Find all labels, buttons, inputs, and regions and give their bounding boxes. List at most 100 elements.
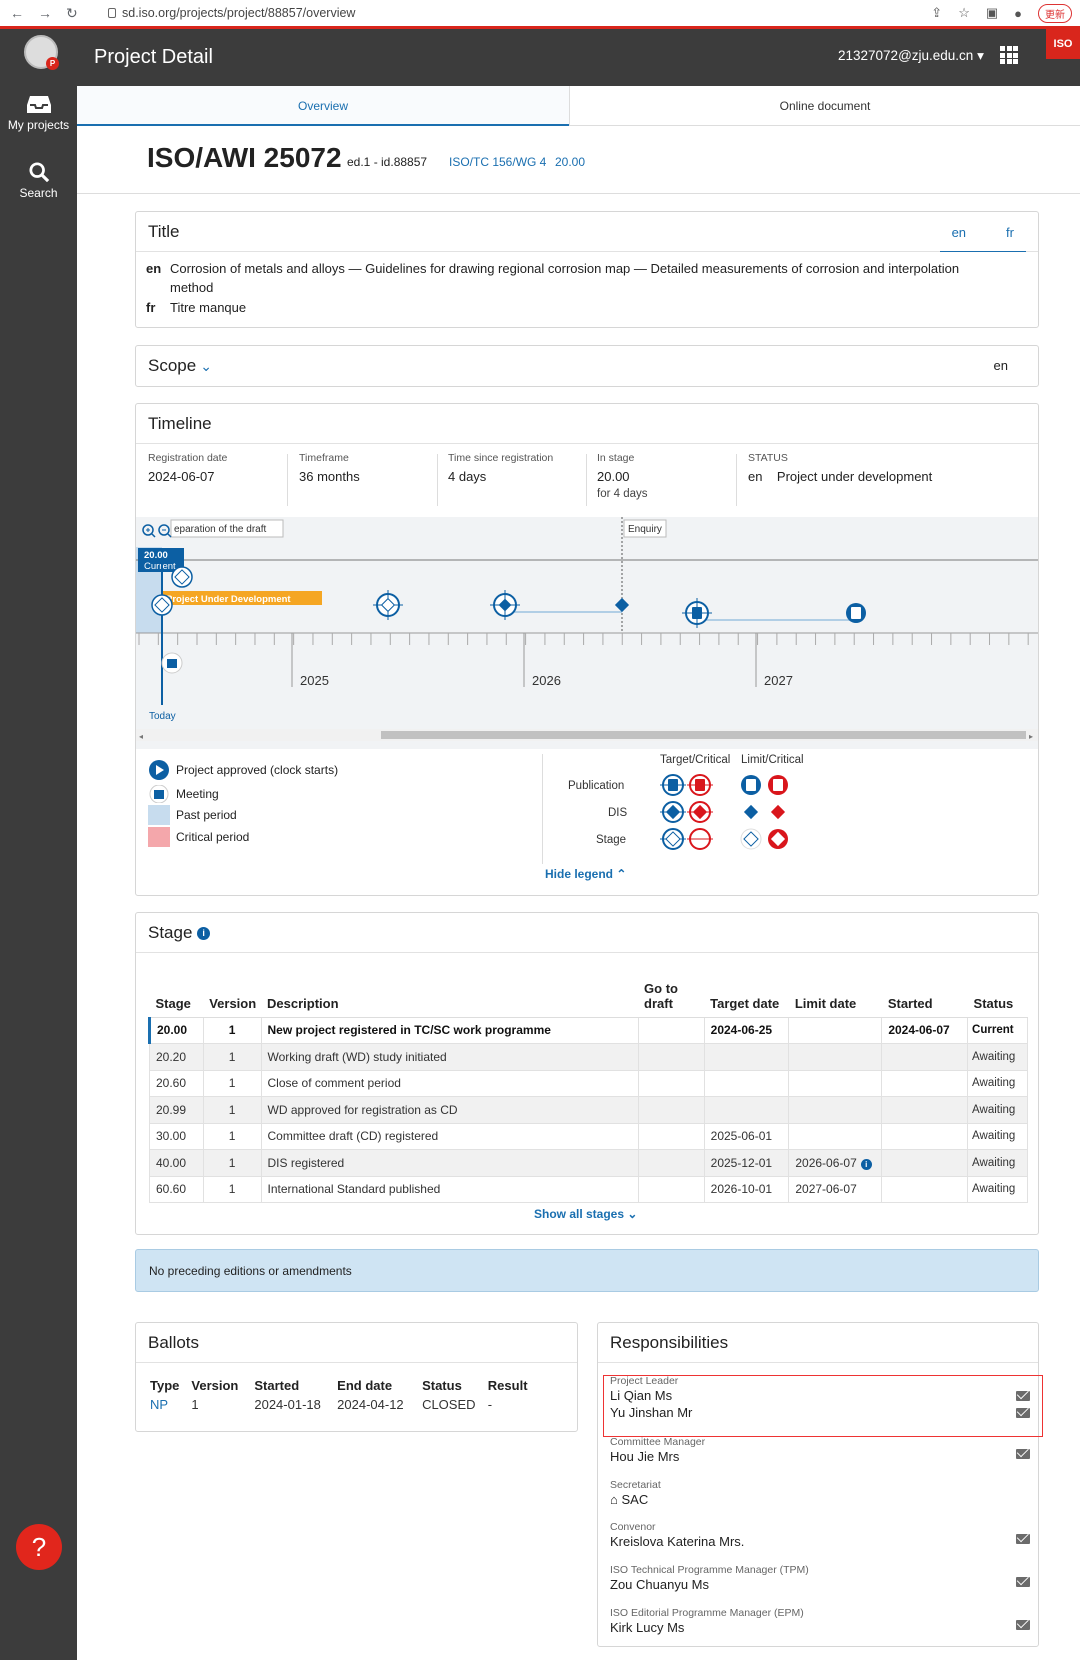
legend-row-dis: DIS — [608, 807, 628, 819]
mail-icon[interactable] — [1016, 1577, 1030, 1587]
share-icon[interactable]: ⇪ — [931, 5, 942, 21]
tab-online-document[interactable]: Online document — [569, 86, 1080, 126]
stage-marker-start[interactable] — [151, 594, 173, 616]
stage-go-to-draft — [637, 1043, 705, 1071]
info-icon[interactable]: i — [860, 1158, 872, 1170]
update-button[interactable]: 更新 — [1038, 3, 1072, 23]
sidebar-item-search[interactable]: Search — [0, 162, 77, 200]
col-type: Type — [150, 1378, 180, 1393]
stage-row: 60.60 1 International Standard published 20… — [149, 1175, 1028, 1203]
star-icon[interactable]: ☆ — [958, 5, 970, 21]
scroll-left-icon[interactable]: ◂ — [139, 732, 143, 741]
stage-limit-date — [788, 1122, 883, 1150]
stage-version: 1 — [202, 1149, 262, 1177]
show-all-stages-label: Show all stages — [534, 1207, 625, 1221]
col-version: Version — [191, 1378, 239, 1393]
legend-marker-grid: Target/Critical Limit/Critical Publicati… — [568, 754, 804, 850]
stat-divider — [437, 454, 438, 506]
stage-started — [881, 1122, 969, 1150]
apps-grid-icon[interactable] — [1000, 46, 1018, 64]
info-icon[interactable]: i — [197, 927, 211, 941]
title-lang-en[interactable]: en — [952, 225, 966, 240]
lock-icon — [108, 8, 116, 18]
person-name: Kirk Lucy Ms — [610, 1620, 685, 1635]
stat-label: Time since registration — [448, 452, 554, 464]
scope-card[interactable]: Scope ⌄ en — [135, 345, 1039, 387]
stage-description: Close of comment period — [260, 1069, 639, 1097]
forward-arrow-icon[interactable]: → — [38, 5, 52, 22]
stat-value: 36 months — [299, 469, 360, 484]
timeline-heading: Timeline — [136, 404, 1038, 444]
person-name: Hou Jie Mrs — [610, 1449, 680, 1464]
person-name[interactable]: SAC — [621, 1492, 648, 1507]
legend-dis-limit-critical-icon — [768, 802, 788, 822]
project-code: ISO/AWI 25072 — [147, 142, 342, 173]
stage-link[interactable]: 20.00 — [555, 155, 585, 169]
stage-marker-current[interactable] — [171, 566, 193, 588]
sidebar-item-my-projects[interactable]: My projects — [0, 94, 77, 132]
mail-icon[interactable] — [1016, 1449, 1030, 1459]
reload-icon[interactable]: ↻ — [66, 5, 78, 22]
stage-row: 20.99 1 WD approved for registration as CD… — [149, 1096, 1028, 1124]
stage-limit-date — [788, 1016, 883, 1044]
stat-divider — [736, 454, 737, 506]
stage-table-body: 20.00 1 New project registered in TC/SC wo… — [148, 1016, 1028, 1203]
stage-status: Awaiting — [967, 1096, 1028, 1124]
stage-row: 20.00 1 New project registered in TC/SC wo… — [148, 1016, 1028, 1044]
responsibilities-heading: Responsibilities — [598, 1323, 1038, 1363]
legend-dis-target-icon — [660, 801, 686, 823]
timeline-chart[interactable]: 2025 2026 2027 Enquiry eparation of the … — [136, 517, 1038, 749]
legend-row-publication: Publication — [568, 780, 624, 792]
stage-go-to-draft — [637, 1175, 705, 1203]
tab-overview[interactable]: Overview — [77, 86, 569, 126]
title-row-fr: fr Titre manque — [146, 298, 246, 317]
ballot-type-link[interactable]: NP — [148, 1397, 189, 1412]
col-go-to-draft: Go to draft — [638, 967, 705, 1018]
stage-version: 1 — [202, 1069, 262, 1097]
stat-sub: for 4 days — [597, 488, 648, 500]
show-all-stages-button[interactable]: Show all stages ⌄ — [534, 1207, 637, 1221]
user-menu[interactable]: 21327072@zju.edu.cn ▾ — [838, 48, 984, 64]
address-bar[interactable]: sd.iso.org/projects/project/88857/overvi… — [108, 6, 355, 20]
today-label: Today — [149, 711, 176, 722]
back-arrow-icon[interactable]: ← — [10, 5, 24, 22]
help-button[interactable]: ? — [16, 1524, 62, 1570]
browser-nav: ← → ↻ — [0, 5, 108, 22]
col-description: Description — [261, 967, 639, 1018]
scope-heading[interactable]: Scope ⌄ — [148, 356, 212, 376]
publication-limit-marker[interactable] — [846, 603, 866, 623]
current-stage-code: 20.00 — [144, 550, 168, 561]
stage-code: 20.60 — [149, 1069, 204, 1097]
mail-icon[interactable] — [1016, 1620, 1030, 1630]
scroll-right-icon[interactable]: ▸ — [1029, 732, 1033, 741]
sidepanel-icon[interactable]: ▣ — [986, 5, 998, 21]
committee-link[interactable]: ISO/TC 156/WG 4 — [449, 155, 546, 169]
legend-past-period: Past period — [148, 805, 237, 825]
calendar-icon — [149, 785, 169, 803]
ballots-heading: Ballots — [136, 1323, 577, 1363]
stage-limit-date — [788, 1096, 883, 1124]
project-header: ISO/AWI 25072 ed.1 - id.88857 ISO/TC 156… — [77, 126, 1080, 194]
app-title: Project Detail — [94, 46, 213, 68]
chart-scroll-thumb[interactable] — [381, 731, 1026, 739]
stage-target-date: 2024-06-25 — [703, 1016, 790, 1044]
title-lang-fr[interactable]: fr — [1006, 225, 1014, 240]
stage-target-date: 2026-10-01 — [703, 1175, 790, 1203]
mail-icon[interactable] — [1016, 1534, 1030, 1544]
hide-legend-button[interactable]: Hide legend ⌃ — [545, 867, 626, 881]
stat-label: Registration date — [148, 452, 228, 464]
stage-version: 1 — [202, 1043, 262, 1071]
scope-lang[interactable]: en — [994, 358, 1008, 373]
stage-started — [881, 1175, 969, 1203]
ballot-end-date: 2024-04-12 — [337, 1397, 404, 1412]
stage-limit-date — [788, 1069, 883, 1097]
search-icon — [28, 162, 49, 182]
stage-go-to-draft — [637, 1016, 705, 1044]
meeting-calendar-icon[interactable] — [161, 652, 183, 674]
col-end-date: End date — [337, 1378, 393, 1393]
profile-icon[interactable]: ● — [1014, 6, 1022, 21]
legend-dis-limit-icon — [741, 802, 761, 822]
app-logo[interactable]: P — [24, 35, 59, 70]
title-row-lang: fr — [146, 300, 156, 315]
legend-col-limit: Limit/Critical — [741, 754, 804, 766]
